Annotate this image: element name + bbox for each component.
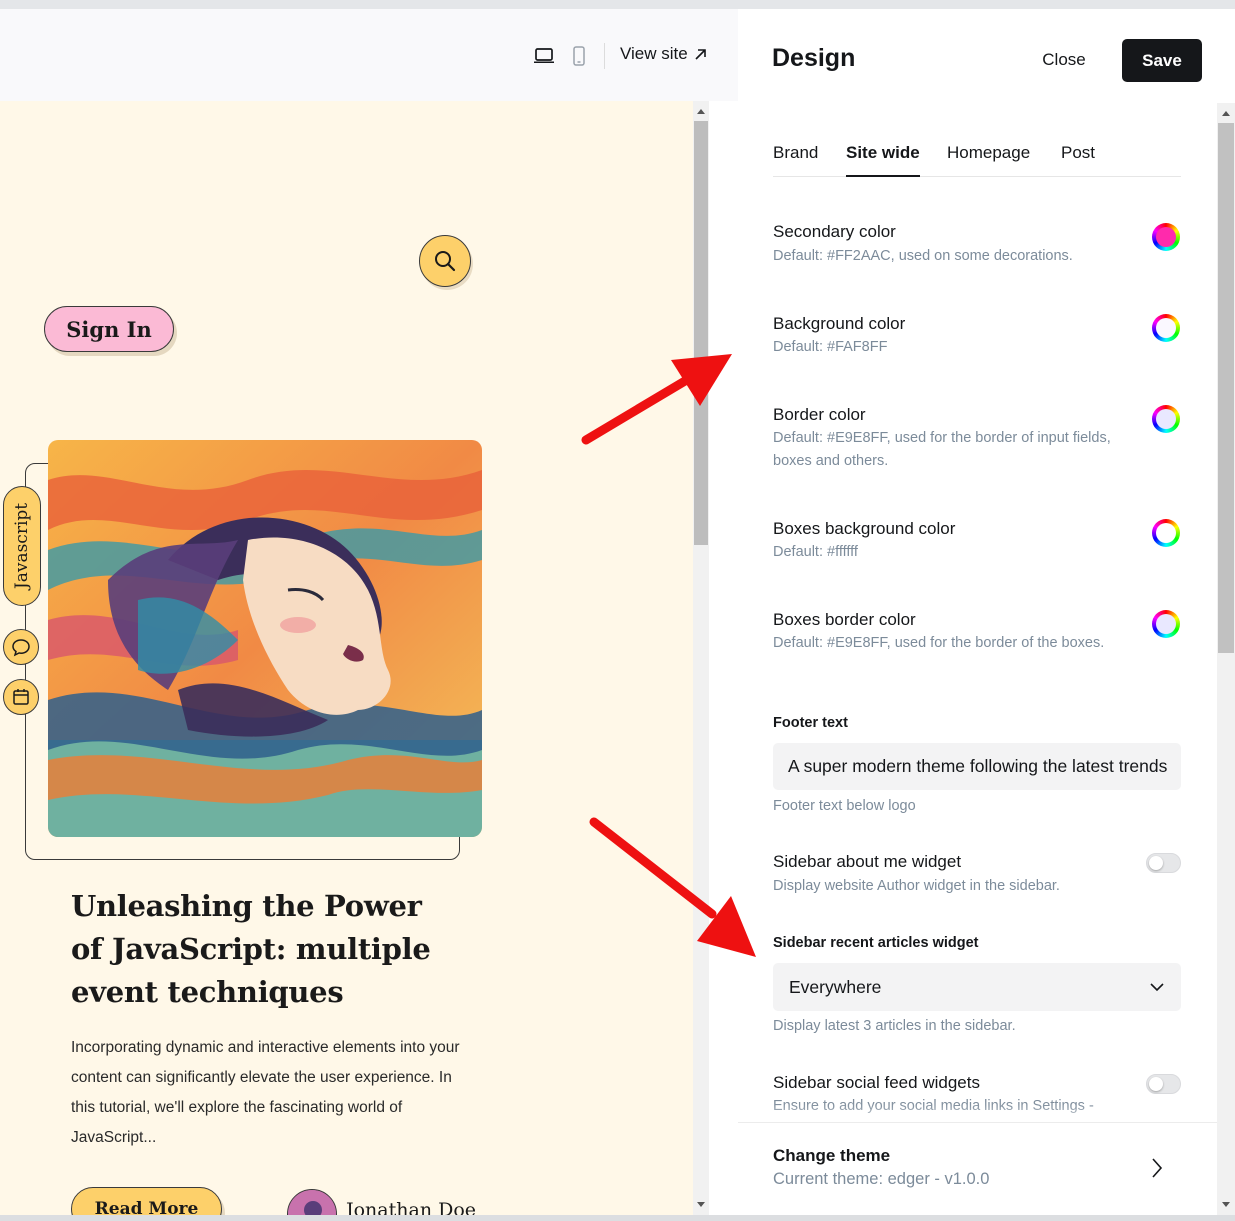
mobile-preview-icon[interactable] — [567, 45, 591, 67]
social-widget-label: Sidebar social feed widgets — [773, 1073, 980, 1092]
secondary-color-desc: Default: #FF2AAC, used on some decoratio… — [773, 248, 1073, 264]
about-widget-label: Sidebar about me widget — [773, 852, 962, 871]
save-button[interactable]: Save — [1122, 39, 1202, 82]
preview-scrollbar-thumb[interactable] — [694, 121, 708, 545]
design-tabs: Brand Site wide Homepage Post — [773, 143, 1181, 177]
change-theme-bar[interactable] — [738, 1122, 1217, 1215]
chevron-right-icon[interactable] — [1150, 1156, 1164, 1185]
boxes-border-color-swatch[interactable] — [1152, 610, 1180, 638]
boxes-border-color-desc: Default: #E9E8FF, used for the border of… — [773, 635, 1105, 651]
external-link-icon — [695, 48, 706, 60]
preview-scrollbar[interactable] — [693, 101, 709, 1215]
header-divider — [604, 43, 605, 69]
border-color-desc: Default: #E9E8FF, used for the border of… — [773, 430, 1111, 469]
view-site-label: View site — [620, 44, 688, 63]
post-excerpt: Incorporating dynamic and interactive el… — [71, 1039, 460, 1146]
desktop-preview-icon[interactable] — [532, 45, 556, 67]
border-color-label: Border color — [773, 405, 866, 424]
current-theme-label: Current theme: edger - v1.0.0 — [773, 1170, 990, 1188]
panel-scrollbar[interactable] — [1217, 103, 1235, 1215]
hero-image[interactable] — [48, 440, 482, 837]
about-widget-toggle[interactable] — [1146, 853, 1181, 873]
author-avatar[interactable] — [287, 1189, 337, 1215]
read-more-button[interactable]: Read More — [71, 1187, 222, 1215]
footer-text-help: Footer text below logo — [773, 798, 916, 814]
change-theme-title[interactable]: Change theme — [773, 1146, 890, 1166]
post-title[interactable]: Unleashing the Power of JavaScript: mult… — [71, 885, 461, 1014]
search-icon — [435, 251, 456, 272]
border-color-swatch[interactable] — [1152, 405, 1180, 433]
tab-post[interactable]: Post — [1061, 143, 1095, 177]
panel-scroll-up-arrow-icon[interactable] — [1222, 111, 1230, 116]
calendar-icon — [13, 689, 29, 705]
tab-homepage[interactable]: Homepage — [947, 143, 1030, 177]
chevron-down-icon — [1150, 983, 1164, 992]
panel-scroll-down-arrow-icon[interactable] — [1222, 1202, 1230, 1207]
speech-bubble-icon — [12, 639, 30, 657]
category-tag-label: Javascript — [12, 502, 32, 590]
social-widget-desc: Ensure to add your social media links in… — [773, 1098, 1094, 1114]
author-name[interactable]: Jonathan Doe — [346, 1199, 476, 1215]
close-button[interactable]: Close — [1028, 42, 1100, 78]
tab-site-wide[interactable]: Site wide — [846, 143, 920, 177]
search-button[interactable] — [419, 235, 471, 287]
panel-gap — [709, 101, 738, 1215]
window-top-strip — [0, 0, 1235, 9]
recent-widget-label: Sidebar recent articles widget — [773, 935, 979, 951]
boxes-border-color-label: Boxes border color — [773, 610, 916, 629]
window-bottom-strip — [0, 1215, 1235, 1221]
background-color-label: Background color — [773, 314, 906, 333]
footer-text-input[interactable]: A super modern theme following the lates… — [773, 743, 1181, 790]
background-color-swatch[interactable] — [1152, 314, 1180, 342]
tab-brand[interactable]: Brand — [773, 143, 818, 177]
recent-widget-select[interactable]: Everywhere — [773, 963, 1181, 1011]
panel-title: Design — [772, 44, 856, 72]
boxes-background-color-desc: Default: #ffffff — [773, 544, 858, 560]
recent-widget-select-value: Everywhere — [789, 976, 882, 997]
boxes-background-color-swatch[interactable] — [1152, 519, 1180, 547]
boxes-background-color-label: Boxes background color — [773, 519, 956, 538]
social-widget-toggle[interactable] — [1146, 1074, 1181, 1094]
footer-text-label: Footer text — [773, 715, 848, 731]
secondary-color-swatch[interactable] — [1152, 223, 1180, 251]
comments-button[interactable] — [3, 629, 39, 665]
scroll-up-arrow-icon[interactable] — [697, 109, 705, 114]
category-tag[interactable]: Javascript — [3, 486, 41, 606]
background-color-desc: Default: #FAF8FF — [773, 339, 888, 355]
about-widget-desc: Display website Author widget in the sid… — [773, 878, 1060, 894]
panel-scrollbar-thumb[interactable] — [1218, 123, 1234, 653]
scroll-down-arrow-icon[interactable] — [697, 1202, 705, 1207]
recent-widget-help: Display latest 3 articles in the sidebar… — [773, 1018, 1016, 1034]
view-site-link[interactable]: View site — [620, 44, 707, 64]
secondary-color-label: Secondary color — [773, 222, 896, 241]
sign-in-button[interactable]: Sign In — [44, 306, 174, 352]
site-preview: Sign In Javascript Unleashing the Power … — [0, 101, 693, 1215]
calendar-button[interactable] — [3, 679, 39, 715]
